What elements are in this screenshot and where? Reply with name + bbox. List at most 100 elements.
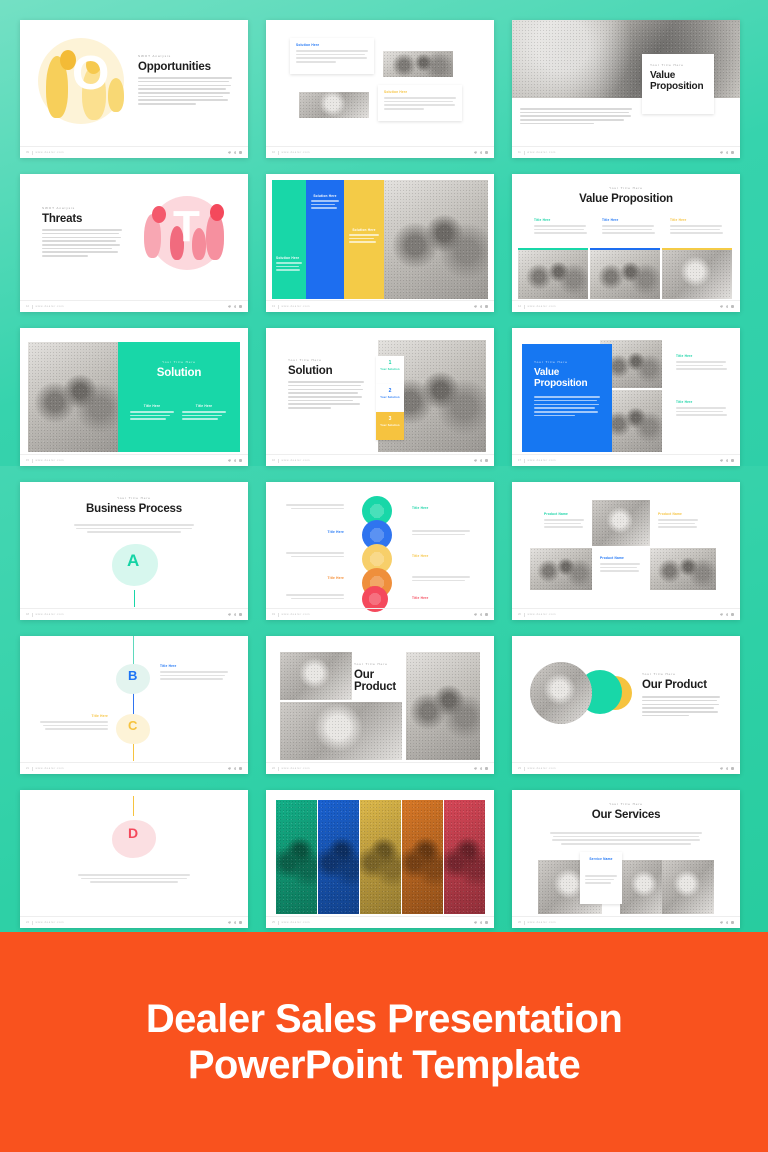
product-label: Product Name [658,512,683,516]
slide-footer: 13 www.dealer.com [266,300,494,312]
slide-thumbnail-two-by-two-cards[interactable]: Solution Here Solution Here 10 www.deale… [266,20,494,158]
slide-body [138,77,232,105]
color-tint [360,800,401,914]
twitter-icon [227,305,232,308]
side-item-label: Title Here [676,400,693,404]
slide-thumbnail-value-proposition-blue-block[interactable]: Your Title Here Value Proposition Title … [512,328,740,466]
slide-footer: 20 www.dealer.com [512,608,740,620]
social-icons [227,304,242,309]
slide-title: Solution [288,365,333,377]
swot-letter: T [173,202,200,251]
photo-thumbnail [590,250,660,299]
slide-eyebrow: Your Title Here [162,360,196,364]
twitter-icon [719,305,724,308]
slide-footer: 09 www.dealer.com [20,146,248,158]
twitter-icon [473,459,478,462]
footer-url: www.dealer.com [281,151,311,154]
product-label: Product Name [600,556,625,560]
footer-url: www.dealer.com [35,613,65,616]
photo-thumbnail [518,250,588,299]
photo-thumbnail [28,342,118,452]
step-card[interactable]: 3 Your Solution [376,412,404,440]
slide-thumbnail-product-grid[interactable]: Product Name Product Name Product Name 2… [512,482,740,620]
facebook-icon [725,304,728,309]
instagram-icon [238,920,242,925]
footer-url: www.dealer.com [281,305,311,308]
product-label: Product Name [544,512,569,516]
slide-thumbnail-process-five-circles[interactable]: Title Here Title Here Title Here Title H… [266,482,494,620]
card-body [296,50,368,63]
step-card[interactable]: 2 Your Solution [376,384,404,412]
instagram-icon [484,150,488,155]
column-body [670,225,724,234]
slide-thumbnail-business-process-d[interactable]: D 24 www.dealer.com [20,790,248,928]
footer-url: www.dealer.com [527,305,557,308]
column-body [182,411,226,420]
slide-thumbnail-solution-numbered-steps[interactable]: Your Title Here Solution 1 Your Solution [266,328,494,466]
slide-thumbnail-solution-teal-panel[interactable]: Your Title Here Solution Title Here Titl… [20,328,248,466]
twitter-icon [473,767,478,770]
overlay-title-card: Your Title Here Value Proposition [642,54,714,114]
facebook-icon [233,304,236,309]
slide-eyebrow: Your Title Here [534,360,568,364]
slide-footer: 15 www.dealer.com [20,454,248,466]
page-number: 20 [518,613,521,616]
facebook-icon [233,766,236,771]
page-number: 13 [272,305,275,308]
social-icons [719,304,734,309]
social-icons [719,458,734,463]
page-number: 19 [272,613,275,616]
card-body [384,97,456,110]
photo-circle [530,662,592,724]
slide-title: Our Services [591,809,661,821]
slide-body [78,874,190,885]
slide-thumbnail-value-proposition-hero[interactable]: Your Title Here Value Proposition 11 www… [512,20,740,158]
facebook-icon [479,150,482,155]
slide-thumbnail-business-process-a[interactable]: Your Title Here Business Process A 18 ww… [20,482,248,620]
slide-body [534,396,600,417]
bottom-banner: Dealer Sales Presentation PowerPoint Tem… [0,932,768,1152]
slide-thumbnail-business-process-bc[interactable]: B Title Here C Title Here 21 www.dealer.… [20,636,248,774]
photo-thumbnail [280,652,352,700]
slide-thumbnail-our-product-circle[interactable]: Your Title Here Our Product 23 www.deale… [512,636,740,774]
slide-thumbnail-solution-color-columns[interactable]: Solution Here Solution Here Solution Her… [266,174,494,312]
footer-url: www.dealer.com [281,613,311,616]
photo-thumbnail [402,800,443,914]
photo-thumbnail [662,860,714,914]
twitter-icon [227,151,232,154]
slide-thumbnail-opportunities[interactable]: O SWOT Analysis Opportunities 09 www.dea… [20,20,248,158]
photo-thumbnail [276,800,317,914]
instagram-icon [484,458,488,463]
content-card[interactable]: Solution Here [378,85,462,121]
service-card[interactable]: Service Name [580,852,622,904]
slide-footer: 22 www.dealer.com [266,762,494,774]
social-icons [719,766,734,771]
twitter-icon [227,921,232,924]
connector-line [133,796,134,816]
slide-thumbnail-threats[interactable]: SWOT Analysis Threats T 12 www.dealer.co… [20,174,248,312]
slide-thumbnail-our-product-collage[interactable]: Your Title Here Our Product 22 www.deale… [266,636,494,774]
node-body [40,721,108,730]
slide-title: Our Product [354,669,397,694]
page-number: 21 [26,767,29,770]
slide-body [42,229,122,257]
column-body [602,225,656,234]
page-number: 16 [272,459,275,462]
slide-body [288,381,364,409]
slide-thumbnail-value-proposition-three-col[interactable]: Your Title Here Value Proposition Title … [512,174,740,312]
content-card[interactable]: Solution Here [290,38,374,74]
step-label: Your Solution [380,424,400,427]
instagram-icon [730,612,734,617]
slide-title: Solution [156,367,202,379]
instagram-icon [238,150,242,155]
step-card[interactable]: 1 Your Solution [376,356,404,384]
slide-thumbnail-our-services[interactable]: Your Title Here Our Services Service Nam… [512,790,740,928]
photo-thumbnail [530,548,592,590]
slide-footer: 18 www.dealer.com [20,608,248,620]
slide-title: Opportunities [138,61,211,73]
step-label: Title Here [327,530,344,534]
slide-eyebrow: Your Title Here [609,802,643,806]
photo-thumbnail [406,652,480,760]
step-body [286,504,344,511]
slide-thumbnail-five-color-portraits[interactable]: 25 www.dealer.com [266,790,494,928]
